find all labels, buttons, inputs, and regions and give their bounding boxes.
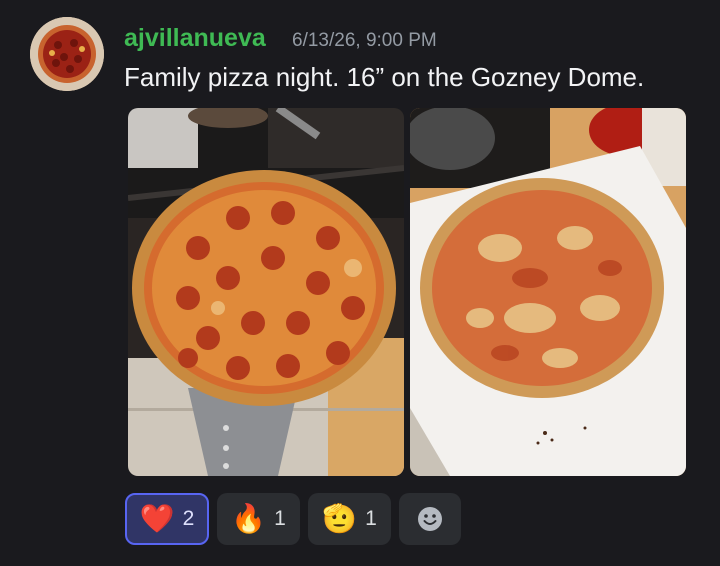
heart-icon: ❤️	[139, 502, 175, 535]
saluting-face-icon: 🫡	[322, 502, 358, 535]
pizza-avatar-icon	[30, 17, 104, 91]
add-reaction-button[interactable]	[399, 493, 461, 545]
fire-icon: 🔥	[231, 502, 267, 535]
username[interactable]: ajvillanueva	[124, 24, 266, 53]
reaction-count: 2	[182, 507, 195, 530]
reaction-count: 1	[274, 507, 286, 530]
avatar[interactable]	[30, 17, 104, 91]
reaction-heart[interactable]: ❤️ 2	[125, 493, 209, 545]
image-attachments	[128, 108, 686, 476]
reaction-count: 1	[365, 507, 377, 530]
message-text: Family pizza night. 16” on the Gozney Do…	[124, 62, 645, 92]
reaction-fire[interactable]: 🔥 1	[217, 493, 300, 545]
reaction-salute[interactable]: 🫡 1	[308, 493, 391, 545]
timestamp: 6/13/26, 9:00 PM	[292, 30, 437, 51]
reactions-bar: ❤️ 2 🔥 1 🫡 1	[125, 493, 461, 545]
attachment-image-pepperoni-pizza[interactable]	[128, 108, 404, 476]
attachment-image-cheese-pizza[interactable]	[410, 108, 686, 476]
add-reaction-smiley-icon	[418, 507, 442, 531]
